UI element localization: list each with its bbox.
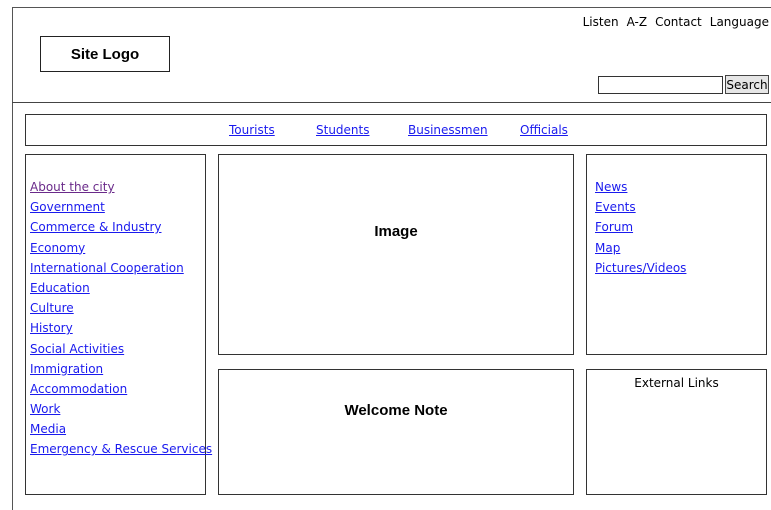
menu-international-cooperation[interactable]: International Cooperation [30, 261, 184, 275]
menu-emergency-rescue-services[interactable]: Emergency & Rescue Services [30, 442, 212, 456]
site-logo[interactable]: Site Logo [40, 36, 170, 72]
audience-officials-link[interactable]: Officials [520, 123, 568, 137]
menu-work[interactable]: Work [30, 402, 60, 416]
menu-events[interactable]: Events [595, 200, 636, 214]
menu-accommodation[interactable]: Accommodation [30, 382, 127, 396]
left-menu-list: About the city Government Commerce & Ind… [30, 179, 212, 462]
menu-forum[interactable]: Forum [595, 220, 633, 234]
welcome-note-label: Welcome Note [344, 402, 448, 419]
menu-map[interactable]: Map [595, 241, 620, 255]
right-menu-list: News Events Forum Map Pictures/Videos [595, 179, 686, 280]
image-label: Image [374, 223, 418, 240]
audience-nav-bar: Tourists Students Businessmen Officials [25, 114, 767, 146]
frame-left-border [12, 7, 13, 510]
right-navigation-panel: News Events Forum Map Pictures/Videos [586, 154, 767, 355]
external-links-panel: External Links [586, 369, 767, 495]
menu-government[interactable]: Government [30, 200, 105, 214]
menu-commerce-industry[interactable]: Commerce & Industry [30, 220, 161, 234]
audience-students-link[interactable]: Students [316, 123, 370, 137]
menu-economy[interactable]: Economy [30, 241, 85, 255]
image-placeholder: Image [218, 154, 574, 355]
menu-culture[interactable]: Culture [30, 301, 74, 315]
utility-nav: Listen A-Z Contact Language [583, 15, 769, 29]
menu-about-the-city[interactable]: About the city [30, 180, 115, 194]
search-button[interactable]: Search [725, 75, 769, 94]
menu-history[interactable]: History [30, 321, 73, 335]
audience-businessmen-link[interactable]: Businessmen [408, 123, 488, 137]
menu-education[interactable]: Education [30, 281, 90, 295]
left-navigation-panel: About the city Government Commerce & Ind… [25, 154, 212, 495]
search-input[interactable] [598, 76, 723, 94]
language-link[interactable]: Language [710, 15, 769, 29]
menu-media[interactable]: Media [30, 422, 66, 436]
a-z-link[interactable]: A-Z [627, 15, 648, 29]
menu-immigration[interactable]: Immigration [30, 362, 103, 376]
menu-news[interactable]: News [595, 180, 627, 194]
frame-top-border [12, 7, 771, 8]
header-divider [12, 102, 771, 103]
menu-social-activities[interactable]: Social Activities [30, 342, 124, 356]
contact-link[interactable]: Contact [655, 15, 702, 29]
welcome-note-panel: Welcome Note [218, 369, 574, 495]
audience-tourists-link[interactable]: Tourists [229, 123, 275, 137]
external-links-title: External Links [634, 376, 719, 390]
listen-link[interactable]: Listen [583, 15, 619, 29]
menu-pictures-videos[interactable]: Pictures/Videos [595, 261, 686, 275]
